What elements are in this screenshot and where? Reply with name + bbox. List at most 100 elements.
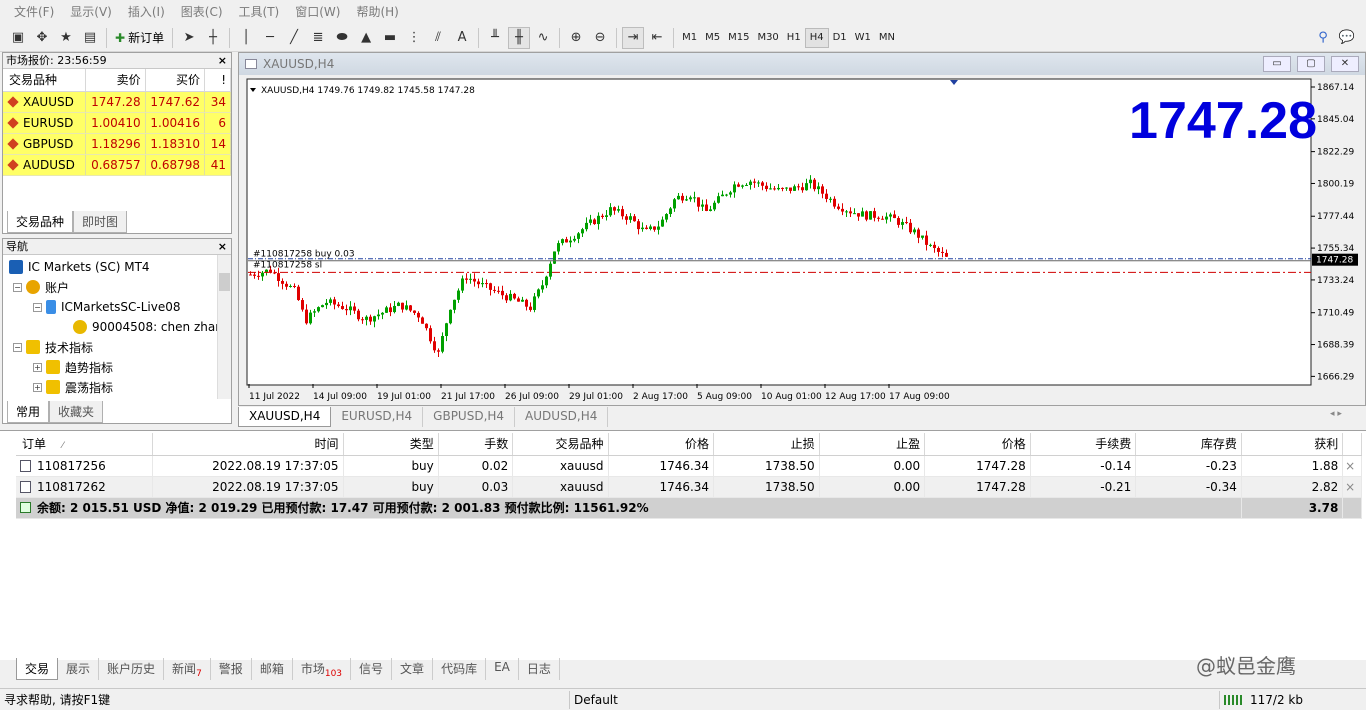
column-header[interactable]: 卖价 bbox=[85, 69, 146, 92]
chart-shift-icon[interactable]: ⇤ bbox=[646, 27, 668, 49]
cursor-icon[interactable]: ➤ bbox=[178, 27, 200, 49]
tab-experts[interactable]: EA bbox=[486, 658, 519, 680]
quote-row[interactable]: EURUSD 1.00410 1.00416 6 bbox=[3, 112, 231, 134]
tab-news[interactable]: 新闻7 bbox=[164, 658, 211, 680]
column-header[interactable]: 价格 bbox=[608, 433, 715, 456]
text-icon[interactable]: A bbox=[451, 27, 473, 49]
tf-h1[interactable]: H1 bbox=[783, 28, 805, 48]
nav-item-server[interactable]: − ICMarketsSC-Live08 bbox=[9, 297, 231, 317]
vertical-line-icon[interactable]: │ bbox=[235, 27, 257, 49]
tab-symbols[interactable]: 交易品种 bbox=[7, 211, 74, 233]
close-icon[interactable]: × bbox=[218, 53, 231, 68]
profiles-icon[interactable]: ✥ bbox=[31, 27, 53, 49]
collapse-icon[interactable]: − bbox=[13, 342, 22, 352]
nav-item-oscillators[interactable]: + 震荡指标 bbox=[9, 377, 231, 397]
tab-tick-chart[interactable]: 即时图 bbox=[73, 211, 128, 233]
tab-common[interactable]: 常用 bbox=[7, 401, 50, 423]
menu-file[interactable]: 文件(F) bbox=[6, 0, 62, 24]
close-order-icon[interactable]: × bbox=[1342, 476, 1362, 498]
bar-chart-icon[interactable]: ╨ bbox=[484, 27, 506, 49]
nav-item-broker[interactable]: IC Markets (SC) MT4 bbox=[9, 257, 231, 277]
candlestick-icon[interactable]: ╫ bbox=[508, 26, 531, 49]
column-header[interactable]: 止损 bbox=[713, 433, 820, 456]
minimize-icon[interactable]: ▭ bbox=[1263, 56, 1291, 72]
horizontal-line-icon[interactable]: ─ bbox=[259, 27, 281, 49]
close-order-icon[interactable]: × bbox=[1342, 455, 1362, 477]
column-header[interactable]: 交易品种 bbox=[3, 69, 87, 92]
tab-alerts[interactable]: 警报 bbox=[211, 658, 252, 680]
rectangle-icon[interactable]: ▬ bbox=[379, 27, 401, 49]
trendline-icon[interactable]: ╱ bbox=[283, 27, 305, 49]
chart-tab-eurusd[interactable]: EURUSD,H4 bbox=[331, 407, 424, 427]
scroll-thumb[interactable] bbox=[219, 273, 230, 291]
column-header[interactable]: 价格 bbox=[924, 433, 1031, 456]
tf-m15[interactable]: M15 bbox=[724, 28, 753, 48]
tab-trade[interactable]: 交易 bbox=[16, 658, 59, 680]
navigator-icon[interactable]: ▤ bbox=[79, 27, 101, 49]
status-profile[interactable]: Default bbox=[570, 690, 1220, 709]
tab-favorites[interactable]: 收藏夹 bbox=[49, 401, 104, 423]
order-row[interactable]: 110817256 2022.08.19 17:37:05 buy 0.02 x… bbox=[16, 455, 1362, 477]
quote-row[interactable]: XAUUSD 1747.28 1747.62 34 bbox=[3, 91, 231, 113]
chart-tabs-scroll-icon[interactable]: ◂ ▸ bbox=[1330, 409, 1342, 419]
menu-charts[interactable]: 图表(C) bbox=[173, 0, 231, 24]
column-header[interactable]: ! bbox=[204, 69, 231, 92]
tf-w1[interactable]: W1 bbox=[851, 28, 875, 48]
nav-item-trend[interactable]: + 趋势指标 bbox=[9, 357, 231, 377]
tab-journal[interactable]: 日志 bbox=[519, 658, 560, 680]
new-chart-icon[interactable]: ▣ bbox=[7, 27, 29, 49]
order-row[interactable]: 110817262 2022.08.19 17:37:05 buy 0.03 x… bbox=[16, 476, 1362, 498]
tf-m1[interactable]: M1 bbox=[678, 28, 701, 48]
column-header[interactable]: 时间 bbox=[152, 433, 344, 456]
fibonacci-icon[interactable]: ⋮ bbox=[403, 27, 425, 49]
quote-row[interactable]: GBPUSD 1.18296 1.18310 14 bbox=[3, 133, 231, 155]
zoom-out-icon[interactable]: ⊖ bbox=[589, 27, 611, 49]
tf-h4[interactable]: H4 bbox=[804, 27, 829, 48]
expand-icon[interactable]: + bbox=[33, 362, 42, 372]
autoscroll-icon[interactable]: ⇥ bbox=[622, 26, 645, 49]
menu-help[interactable]: 帮助(H) bbox=[348, 0, 406, 24]
tab-exposure[interactable]: 展示 bbox=[58, 658, 100, 680]
tab-articles[interactable]: 文章 bbox=[392, 658, 434, 680]
column-header[interactable]: 交易品种 bbox=[512, 433, 609, 456]
collapse-icon[interactable]: − bbox=[13, 282, 22, 292]
tab-mailbox[interactable]: 邮箱 bbox=[252, 658, 293, 680]
nav-item-indicators[interactable]: − 技术指标 bbox=[9, 337, 231, 357]
expand-icon[interactable]: + bbox=[33, 382, 42, 392]
menu-window[interactable]: 窗口(W) bbox=[287, 0, 348, 24]
column-header[interactable]: 止盈 bbox=[819, 433, 926, 456]
column-header[interactable]: 手数 bbox=[438, 433, 514, 456]
ellipse-icon[interactable]: ⬬ bbox=[331, 27, 353, 49]
zoom-in-icon[interactable]: ⊕ bbox=[565, 27, 587, 49]
market-watch-icon[interactable]: ★ bbox=[55, 27, 77, 49]
tab-market[interactable]: 市场103 bbox=[293, 658, 352, 680]
menu-insert[interactable]: 插入(I) bbox=[120, 0, 173, 24]
collapse-icon[interactable]: − bbox=[33, 302, 42, 312]
chart-tab-gbpusd[interactable]: GBPUSD,H4 bbox=[423, 407, 516, 427]
navigator-scrollbar[interactable] bbox=[217, 255, 231, 399]
quote-row[interactable]: AUDUSD 0.68757 0.68798 41 bbox=[3, 154, 231, 176]
column-header[interactable]: 获利 bbox=[1241, 433, 1344, 456]
crosshair-icon[interactable]: ┼ bbox=[202, 27, 224, 49]
price-chart[interactable]: #110817258 buy 0.03 #110817258 sl XAUUSD… bbox=[239, 75, 1365, 405]
new-order-button[interactable]: ✚ 新订单 bbox=[111, 27, 168, 49]
tab-account-history[interactable]: 账户历史 bbox=[99, 658, 165, 680]
chat-icon[interactable]: 💬 bbox=[1336, 27, 1358, 49]
tf-mn[interactable]: MN bbox=[875, 28, 899, 48]
chart-tab-xauusd[interactable]: XAUUSD,H4 bbox=[238, 407, 332, 427]
close-icon[interactable]: ✕ bbox=[1331, 56, 1359, 72]
chart-tab-audusd[interactable]: AUDUSD,H4 bbox=[515, 407, 609, 427]
tab-code-base[interactable]: 代码库 bbox=[433, 658, 487, 680]
line-chart-icon[interactable]: ∿ bbox=[532, 27, 554, 49]
gann-icon[interactable]: ⫽ bbox=[427, 27, 449, 49]
tab-signals[interactable]: 信号 bbox=[351, 658, 393, 680]
column-header[interactable]: 库存费 bbox=[1135, 433, 1242, 456]
nav-item-account[interactable]: 90004508: chen zhar bbox=[9, 317, 231, 337]
chart-window-titlebar[interactable]: XAUUSD,H4 ▭ ▢ ✕ bbox=[239, 53, 1365, 75]
triangle-icon[interactable]: ▲ bbox=[355, 27, 377, 49]
maximize-icon[interactable]: ▢ bbox=[1297, 56, 1325, 72]
channel-icon[interactable]: ≣ bbox=[307, 27, 329, 49]
tf-m5[interactable]: M5 bbox=[701, 28, 724, 48]
column-header[interactable]: 订单 ⁄ bbox=[16, 433, 154, 456]
column-header[interactable]: 类型 bbox=[343, 433, 439, 456]
